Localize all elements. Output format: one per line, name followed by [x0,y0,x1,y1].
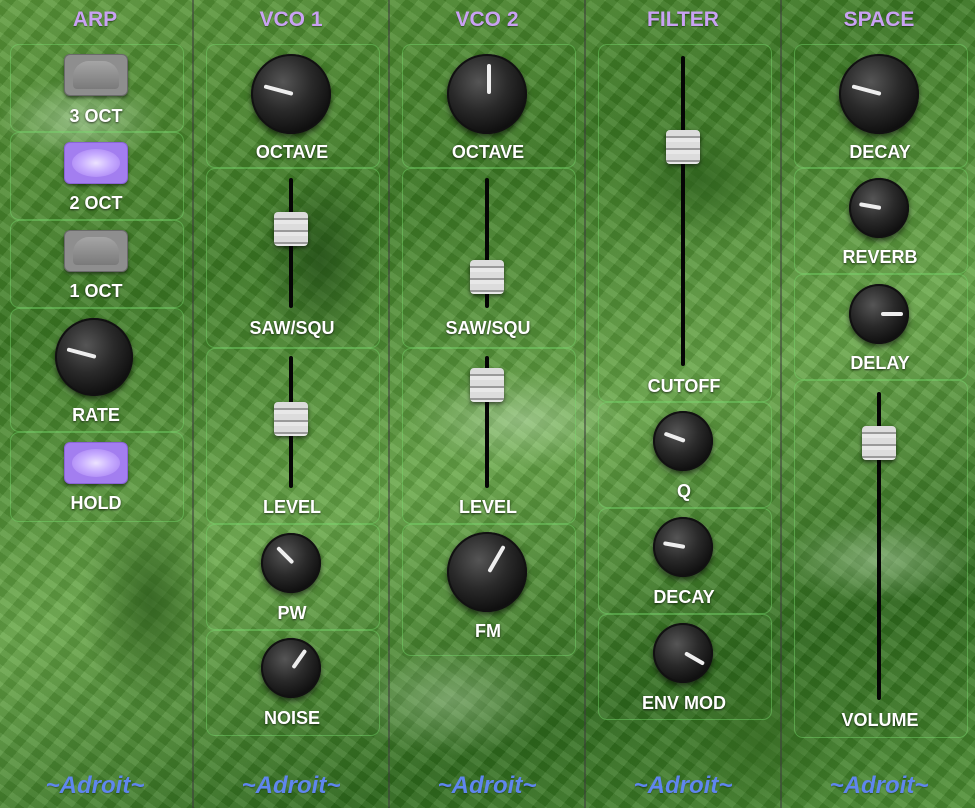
space-reverb-knob[interactable] [849,178,909,238]
arp-1-oct-button[interactable] [64,230,128,272]
space-volume-slider-handle[interactable] [862,426,896,460]
brand-logo: ~Adroit~ [829,772,929,799]
space-delay-label: DELAY [850,353,910,373]
filter-decay-label: DECAY [653,587,715,607]
filter-cutoff-group [598,44,772,402]
vco2-level-label: LEVEL [458,497,517,517]
vco2-fm-label: FM [475,621,501,641]
section-divider [584,0,586,808]
section-title-vco2: VCO 2 [455,8,519,31]
section-divider [388,0,390,808]
filter-cutoff-label: CUTOFF [647,376,721,396]
vco1-pw-label: PW [277,603,307,623]
section-title-filter: FILTER [647,8,719,31]
vco1-level-slider-handle[interactable] [274,402,308,436]
knob-indicator [276,546,295,565]
vco2-octave-knob[interactable] [447,54,527,134]
space-volume-label: VOLUME [841,710,919,730]
vco1-saw-squ-label: SAW/SQU [249,318,335,338]
knob-indicator [858,202,882,210]
arp-3-oct-label: 3 OCT [69,106,123,126]
arp-2-oct-label: 2 OCT [69,193,123,213]
brand-logo: ~Adroit~ [437,772,537,799]
vco1-octave-knob[interactable] [251,54,331,134]
knob-indicator [487,64,491,94]
knob-indicator [263,84,294,96]
vco1-saw-squ-slider-handle[interactable] [274,212,308,246]
knob-indicator [851,84,882,96]
vco2-saw-squ-label: SAW/SQU [445,318,531,338]
vco1-noise-knob[interactable] [261,638,321,698]
vco2-octave-label: OCTAVE [451,142,525,162]
vco1-pw-knob[interactable] [261,533,321,593]
vco2-level-slider-handle[interactable] [470,368,504,402]
knob-indicator [663,431,686,443]
knob-indicator [291,648,308,670]
space-decay-label: DECAY [849,142,911,162]
section-divider [192,0,194,808]
section-title-arp: ARP [72,8,118,31]
vco1-noise-label: NOISE [263,708,320,728]
knob-indicator [662,541,686,549]
filter-q-label: Q [676,481,691,501]
arp-hold-button[interactable] [64,442,128,484]
knob-indicator [881,312,903,316]
vco1-octave-label: OCTAVE [255,142,329,162]
brand-logo: ~Adroit~ [241,772,341,799]
filter-q-knob[interactable] [653,411,713,471]
knob-indicator [66,347,97,359]
section-divider [780,0,782,808]
filter-env-mod-label: ENV MOD [641,693,726,713]
section-title-space: SPACE [843,8,915,31]
arp-rate-knob[interactable] [55,318,133,396]
arp-2-oct-button[interactable] [64,142,128,184]
vco1-level-label: LEVEL [262,497,321,517]
filter-cutoff-track [681,56,685,366]
filter-env-mod-knob[interactable] [653,623,713,683]
arp-hold-label: HOLD [70,493,122,513]
space-decay-knob[interactable] [839,54,919,134]
vco2-fm-knob[interactable] [447,532,527,612]
arp-rate-label: RATE [72,405,120,425]
arp-1-oct-label: 1 OCT [69,281,123,301]
space-delay-knob[interactable] [849,284,909,344]
section-title-vco1: VCO 1 [259,8,323,31]
brand-logo: ~Adroit~ [45,772,145,799]
knob-indicator [684,651,706,666]
vco2-saw-squ-slider-handle[interactable] [470,260,504,294]
filter-decay-knob[interactable] [653,517,713,577]
space-reverb-label: REVERB [842,247,918,267]
knob-indicator [487,545,506,573]
filter-cutoff-slider-handle[interactable] [666,130,700,164]
arp-3-oct-button[interactable] [64,54,128,96]
brand-logo: ~Adroit~ [633,772,733,799]
